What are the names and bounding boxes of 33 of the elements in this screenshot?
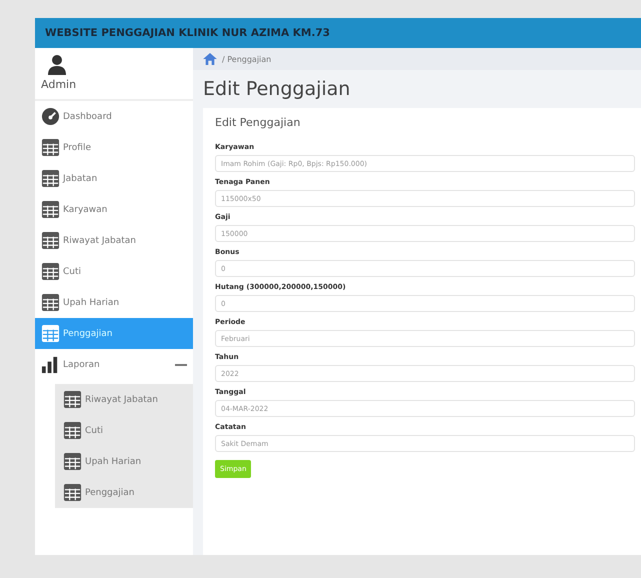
table-icon: [63, 390, 82, 409]
user-icon: [47, 54, 67, 76]
sidebar-item[interactable]: Jabatan: [35, 163, 193, 194]
page-title: Edit Penggajian: [203, 78, 352, 100]
table-icon: [63, 483, 82, 502]
sidebar-item[interactable]: Penggajian: [35, 318, 193, 349]
breadcrumb: / Penggajian: [222, 54, 272, 64]
table-icon: [63, 421, 82, 440]
bar-chart-icon: [41, 355, 60, 374]
sidebar-item[interactable]: Profile: [35, 132, 193, 163]
table-icon: [63, 452, 82, 471]
sidebar-item[interactable]: Riwayat Jabatan: [35, 225, 193, 256]
home-icon[interactable]: [203, 53, 217, 65]
sidebar-subitem[interactable]: Upah Harian: [55, 446, 193, 477]
card-title: Edit Penggajian: [215, 116, 302, 129]
sidebar-item[interactable]: Upah Harian: [35, 287, 193, 318]
gauge-icon: [41, 107, 60, 126]
sidebar-subitem[interactable]: Cuti: [55, 415, 193, 446]
sidebar-item[interactable]: Cuti: [35, 256, 193, 287]
sidebar-subitem[interactable]: Riwayat Jabatan: [55, 384, 193, 415]
table-icon: [41, 262, 60, 281]
sidebar-item[interactable]: Dashboard: [35, 101, 193, 132]
site-title: WEBSITE PENGGAJIAN KLINIK NUR AZIMA KM.73: [45, 27, 330, 39]
sidebar-item[interactable]: Laporan: [35, 349, 193, 380]
sidebar-item[interactable]: Karyawan: [35, 194, 193, 225]
table-icon: [41, 169, 60, 188]
table-icon: [41, 324, 60, 343]
table-icon: [41, 231, 60, 250]
table-icon: [41, 138, 60, 157]
user-name: Admin: [41, 78, 76, 91]
table-icon: [41, 293, 60, 312]
table-icon: [41, 200, 60, 219]
sidebar-subitem[interactable]: Penggajian: [55, 477, 193, 508]
